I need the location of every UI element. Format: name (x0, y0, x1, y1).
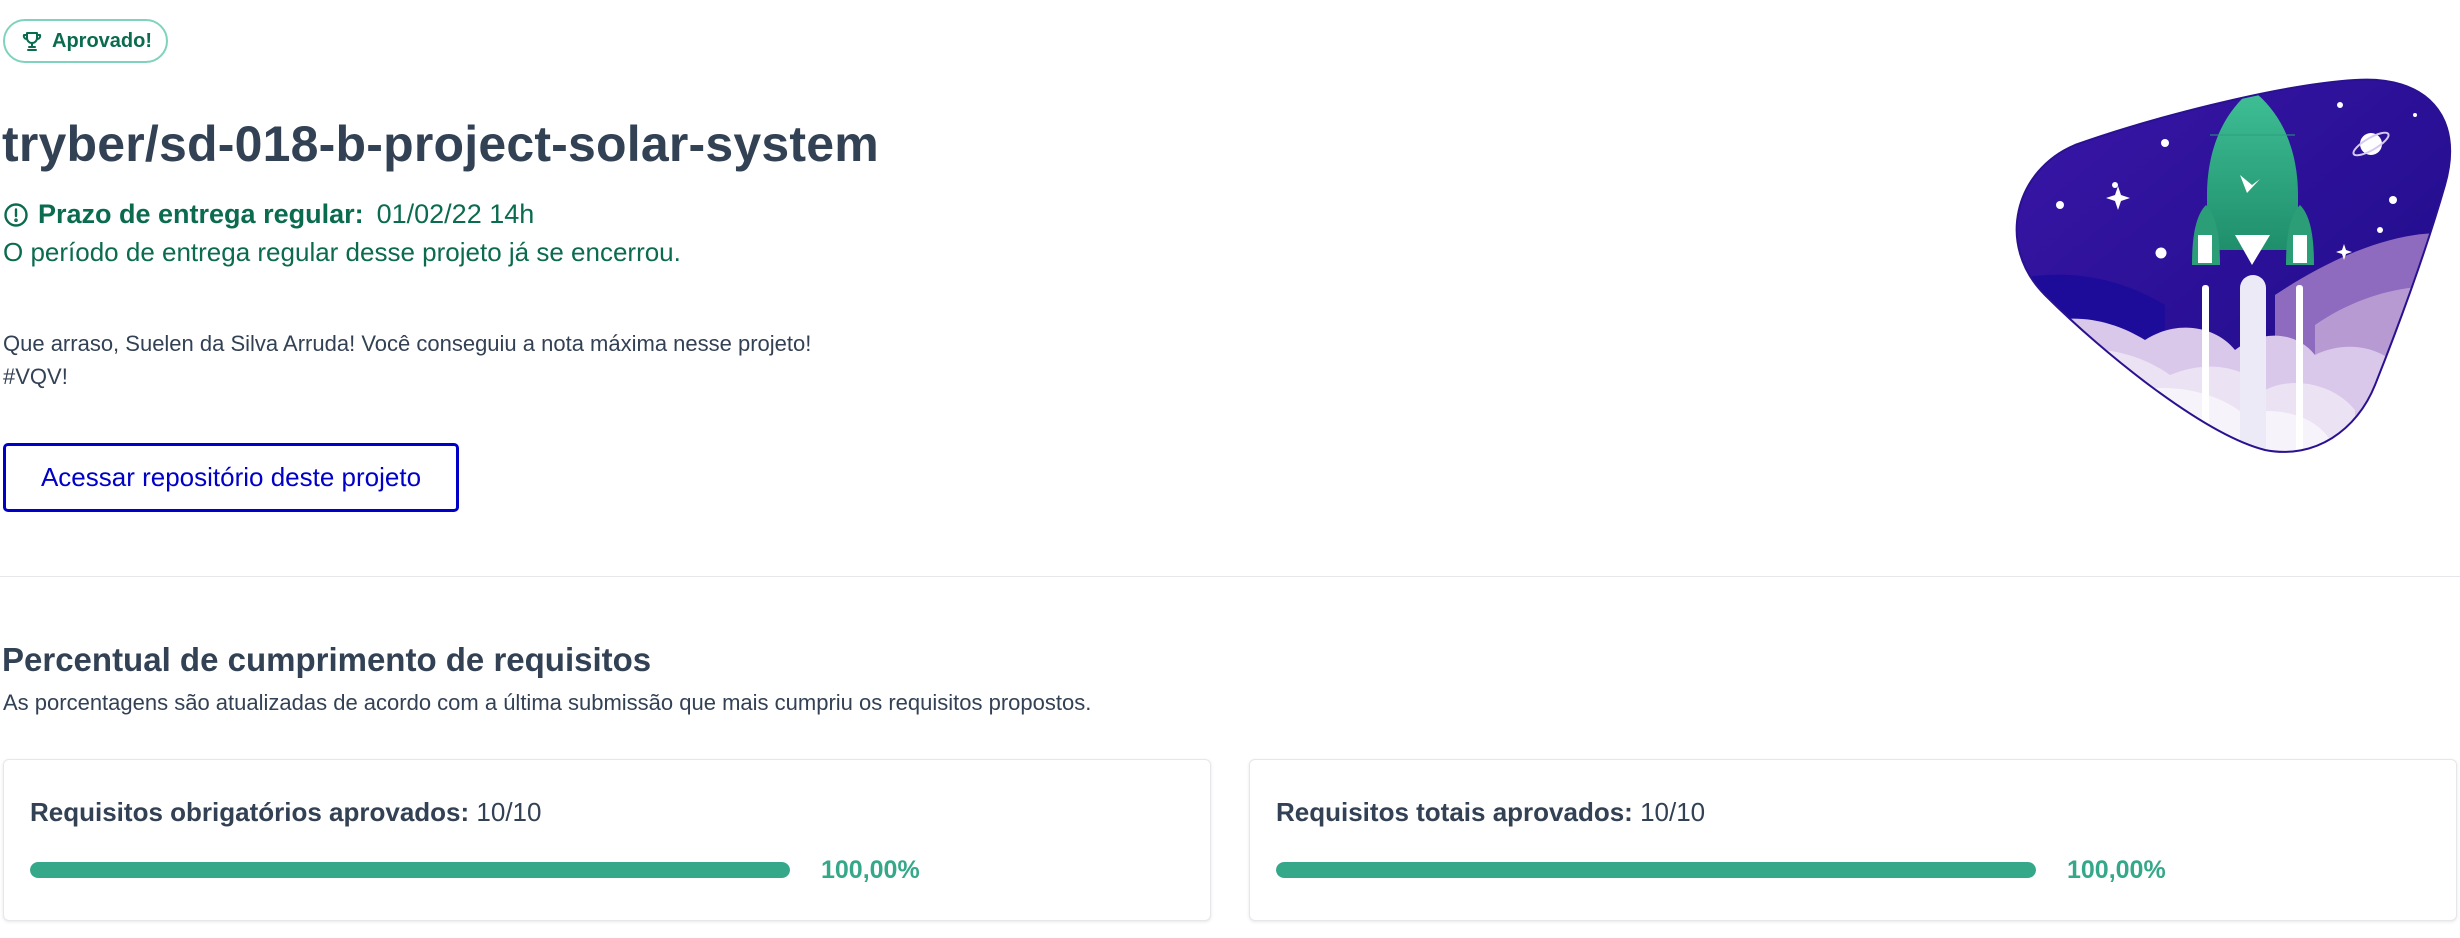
card-count: 10/10 (476, 797, 542, 827)
card-heading: Requisitos totais aprovados: 10/10 (1276, 797, 1705, 828)
status-badge: Aprovado! (3, 19, 168, 63)
card-label: Requisitos obrigatórios aprovados: (30, 797, 470, 827)
card-count: 10/10 (1640, 797, 1706, 827)
congrats-message: Que arraso, Suelen da Silva Arruda! Você… (3, 327, 811, 393)
deadline-row: Prazo de entrega regular: 01/02/22 14h (3, 199, 534, 230)
progress-bar (1276, 862, 2036, 878)
rocket-launch-illustration (1995, 75, 2455, 460)
congrats-line: Que arraso, Suelen da Silva Arruda! Você… (3, 331, 812, 356)
repository-button[interactable]: Acessar repositório deste projeto (3, 443, 459, 512)
mandatory-requirements-card: Requisitos obrigatórios aprovados: 10/10… (3, 759, 1211, 921)
congrats-hashtag: #VQV! (3, 364, 68, 389)
progress-bar (30, 862, 790, 878)
total-requirements-card: Requisitos totais aprovados: 10/10 100,0… (1249, 759, 2457, 921)
card-heading: Requisitos obrigatórios aprovados: 10/10 (30, 797, 541, 828)
alert-circle-icon (3, 202, 29, 228)
progress-fill (1276, 862, 2036, 878)
requirements-subtitle: As porcentagens são atualizadas de acord… (3, 690, 1092, 715)
progress-percent: 100,00% (2067, 856, 2166, 884)
progress-percent: 100,00% (821, 856, 920, 884)
progress-fill (30, 862, 790, 878)
card-label: Requisitos totais aprovados: (1276, 797, 1633, 827)
section-divider (0, 576, 2460, 577)
page-title: tryber/sd-018-b-project-solar-system (2, 116, 879, 172)
deadline-value: 01/02/22 14h (376, 199, 535, 229)
requirements-title: Percentual de cumprimento de requisitos (2, 641, 652, 678)
deadline-notice: O período de entrega regular desse proje… (3, 237, 681, 267)
trophy-icon (20, 29, 44, 53)
status-badge-label: Aprovado! (52, 29, 152, 52)
deadline-label: Prazo de entrega regular: (38, 199, 364, 229)
